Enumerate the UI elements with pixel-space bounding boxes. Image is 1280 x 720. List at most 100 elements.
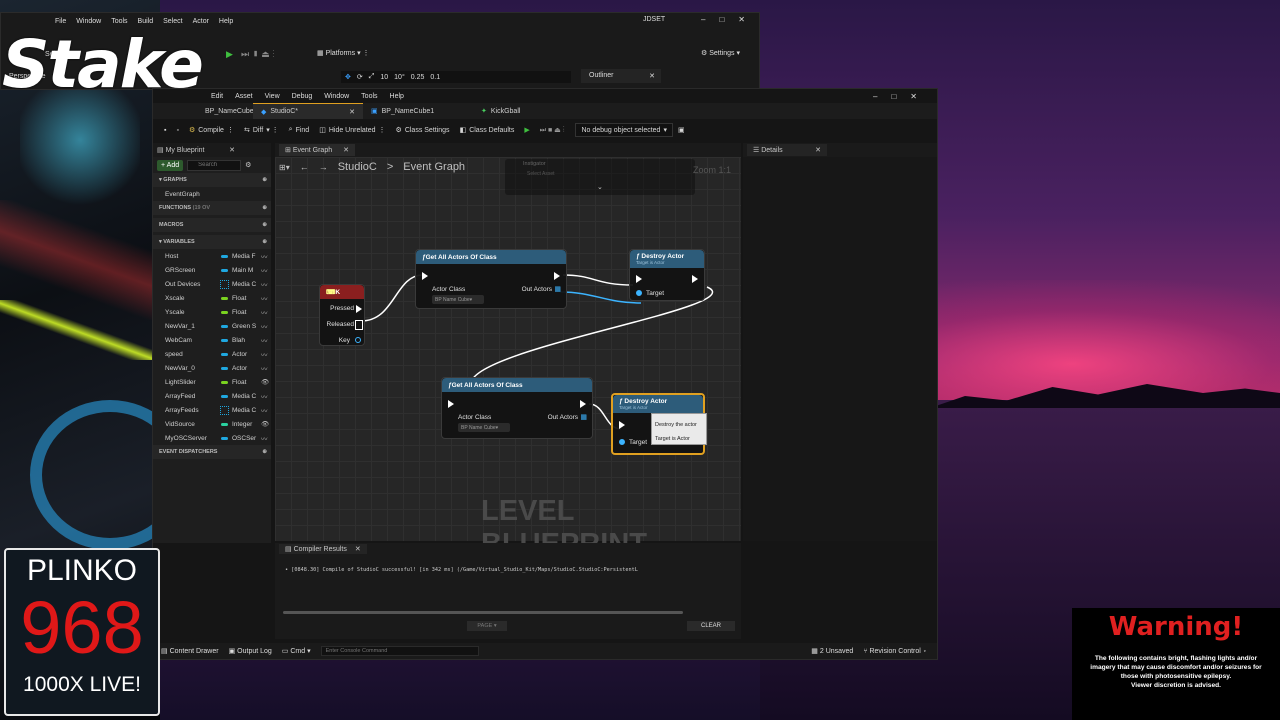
settings-button[interactable]: ⚙ Settings ▾ <box>701 49 740 57</box>
snap-scale[interactable]: 0.25 <box>411 74 425 81</box>
output-log-button[interactable]: ▣ Output Log <box>229 647 272 655</box>
visibility-icon[interactable]: 〰 <box>261 335 268 345</box>
menu-select[interactable]: Select <box>163 18 182 25</box>
variable-row[interactable]: VidSource Integer 👁 <box>153 417 271 431</box>
menu-window[interactable]: Window <box>324 93 349 100</box>
graphs-section[interactable]: ▾ GRAPHS ⊕ <box>153 173 271 187</box>
class-dropdown[interactable]: BP Name Cube ▾ <box>458 423 510 432</box>
variable-row[interactable]: NewVar_0 Actor 〰 <box>153 361 271 375</box>
visibility-icon[interactable]: 〰 <box>261 251 268 261</box>
exec-pin-pressed[interactable] <box>356 305 362 313</box>
menu-help[interactable]: Help <box>219 18 233 25</box>
search-input[interactable] <box>187 159 242 171</box>
browse-icon[interactable]: ▫ <box>171 123 183 137</box>
macros-section[interactable]: MACROS ⊕ <box>153 218 271 232</box>
visibility-icon[interactable]: 〰 <box>261 405 268 415</box>
visibility-icon[interactable]: 👁 <box>261 420 269 428</box>
menu-actor[interactable]: Actor <box>193 18 209 25</box>
node-get-all-actors-2[interactable]: ƒ Get All Actors Of Class Actor Class Ou… <box>441 377 593 439</box>
array-pin[interactable]: ▦ <box>554 285 561 293</box>
event-dispatchers-section[interactable]: EVENT DISPATCHERS ⊕ <box>153 445 271 459</box>
variable-row[interactable]: Yscale Float 〰 <box>153 305 271 319</box>
visibility-icon[interactable]: 〰 <box>261 349 268 359</box>
close-icon[interactable]: ✕ <box>343 146 349 154</box>
exec-in-pin[interactable] <box>422 272 428 280</box>
visibility-icon[interactable]: 〰 <box>261 307 268 317</box>
snap-rotate[interactable]: 10° <box>394 74 405 81</box>
variables-section[interactable]: ▾ VARIABLES ⊕ <box>153 235 271 249</box>
cmd-dropdown[interactable]: ▭ Cmd ▾ <box>282 647 311 655</box>
variable-row[interactable]: GRScreen Main M 〰 <box>153 263 271 277</box>
add-icon[interactable]: ⊕ <box>262 177 267 183</box>
close-icon[interactable]: ✕ <box>815 146 821 154</box>
visibility-icon[interactable]: 👁 <box>261 378 269 386</box>
exec-pin-released[interactable] <box>355 320 363 330</box>
transport-icons[interactable]: ⏭ ▮ ⏏ ⋮ <box>241 49 275 60</box>
target-pin[interactable] <box>636 290 642 296</box>
save-icon[interactable]: ▪ <box>159 123 171 137</box>
my-blueprint-tab[interactable]: ▤ My Blueprint ✕ <box>153 143 271 157</box>
add-button[interactable]: + Add <box>157 159 184 171</box>
horizontal-scrollbar[interactable] <box>283 611 683 614</box>
node-key-k[interactable]: ⌨ K Pressed Released Key <box>319 284 365 346</box>
move-icon[interactable]: ✥ <box>345 73 351 81</box>
exec-out-pin[interactable] <box>554 272 560 280</box>
tab-bp-namecube[interactable]: BP_NameCube <box>153 103 254 119</box>
variable-row[interactable]: ArrayFeed Media C 〰 <box>153 389 271 403</box>
variable-row[interactable]: Out Devices Media C 〰 <box>153 277 271 291</box>
key-pin[interactable] <box>355 337 361 343</box>
snap-grid[interactable]: 10 <box>380 74 388 81</box>
scale-icon[interactable]: ⤢ <box>369 73 375 81</box>
exec-out-pin[interactable] <box>692 275 698 283</box>
play-button[interactable]: ▶ <box>519 123 534 137</box>
content-drawer-button[interactable]: ▤ Content Drawer <box>161 647 219 655</box>
node-destroy-actor-1[interactable]: ƒ Destroy Actor Target is Actor Target <box>629 249 705 301</box>
class-settings-button[interactable]: ⚙ Class Settings <box>391 123 455 137</box>
compile-button[interactable]: ⚙ Compile ⋮ <box>184 123 239 137</box>
variable-row[interactable]: ArrayFeeds Media C 〰 <box>153 403 271 417</box>
close-icon[interactable]: ✕ <box>229 146 235 154</box>
gear-icon[interactable]: ⚙ <box>245 161 251 169</box>
menu-edit[interactable]: Edit <box>211 93 223 100</box>
play-icon[interactable]: ▶ <box>226 49 233 60</box>
variable-row[interactable]: speed Actor 〰 <box>153 347 271 361</box>
platforms-button[interactable]: ▦ Platforms ▾ ⋮ <box>317 49 370 57</box>
outliner-tab[interactable]: Outliner ✕ <box>581 69 661 83</box>
node-get-all-actors-1[interactable]: ƒ Get All Actors Of Class Actor Class Ou… <box>415 249 567 309</box>
page-dropdown[interactable]: PAGE ▾ <box>467 621 507 631</box>
close-icon[interactable]: ✕ <box>349 108 355 116</box>
variable-row[interactable]: Host Media F 〰 <box>153 249 271 263</box>
visibility-icon[interactable]: 〰 <box>261 321 268 331</box>
variable-row[interactable]: NewVar_1 Green S 〰 <box>153 319 271 333</box>
debug-object-select[interactable]: No debug object selected ▾ <box>575 123 673 137</box>
event-graph-tab[interactable]: ⊞ Event Graph ✕ <box>275 143 741 157</box>
class-dropdown[interactable]: BP Name Cube ▾ <box>432 295 484 304</box>
menu-debug[interactable]: Debug <box>292 93 313 100</box>
window-controls[interactable]: –□✕ <box>873 92 931 101</box>
visibility-icon[interactable]: 〰 <box>261 433 268 443</box>
camera-speed[interactable]: 0.1 <box>430 74 440 81</box>
find-button[interactable]: ⌕ Find <box>284 123 315 137</box>
rotate-icon[interactable]: ⟳ <box>357 73 363 81</box>
hide-unrelated-button[interactable]: ◫ Hide Unrelated ⋮ <box>314 123 390 137</box>
visibility-icon[interactable]: 〰 <box>261 293 268 303</box>
revision-control-button[interactable]: ⑂ Revision Control ▾ <box>863 648 927 655</box>
visibility-icon[interactable]: 〰 <box>261 363 268 373</box>
close-icon[interactable]: ✕ <box>649 72 655 80</box>
unsaved-indicator[interactable]: ▦ 2 Unsaved <box>811 647 853 655</box>
exec-in-pin[interactable] <box>636 275 642 283</box>
menu-build[interactable]: Build <box>138 18 154 25</box>
tab-kickgball[interactable]: ✦ KickGball <box>473 103 573 119</box>
menu-view[interactable]: View <box>265 93 280 100</box>
clear-button[interactable]: CLEAR <box>687 621 735 631</box>
variable-row[interactable]: Xscale Float 〰 <box>153 291 271 305</box>
menu-help[interactable]: Help <box>390 93 404 100</box>
add-icon[interactable]: ⊕ <box>262 239 267 245</box>
class-defaults-button[interactable]: ◧ Class Defaults <box>455 123 520 137</box>
add-icon[interactable]: ⊕ <box>262 449 267 455</box>
exec-in-pin[interactable] <box>619 421 625 429</box>
menu-file[interactable]: File <box>55 18 66 25</box>
variable-row[interactable]: LightSlider Float 👁 <box>153 375 271 389</box>
functions-section[interactable]: FUNCTIONS (19 OV ⊕ <box>153 201 271 215</box>
add-icon[interactable]: ⊕ <box>262 205 267 211</box>
